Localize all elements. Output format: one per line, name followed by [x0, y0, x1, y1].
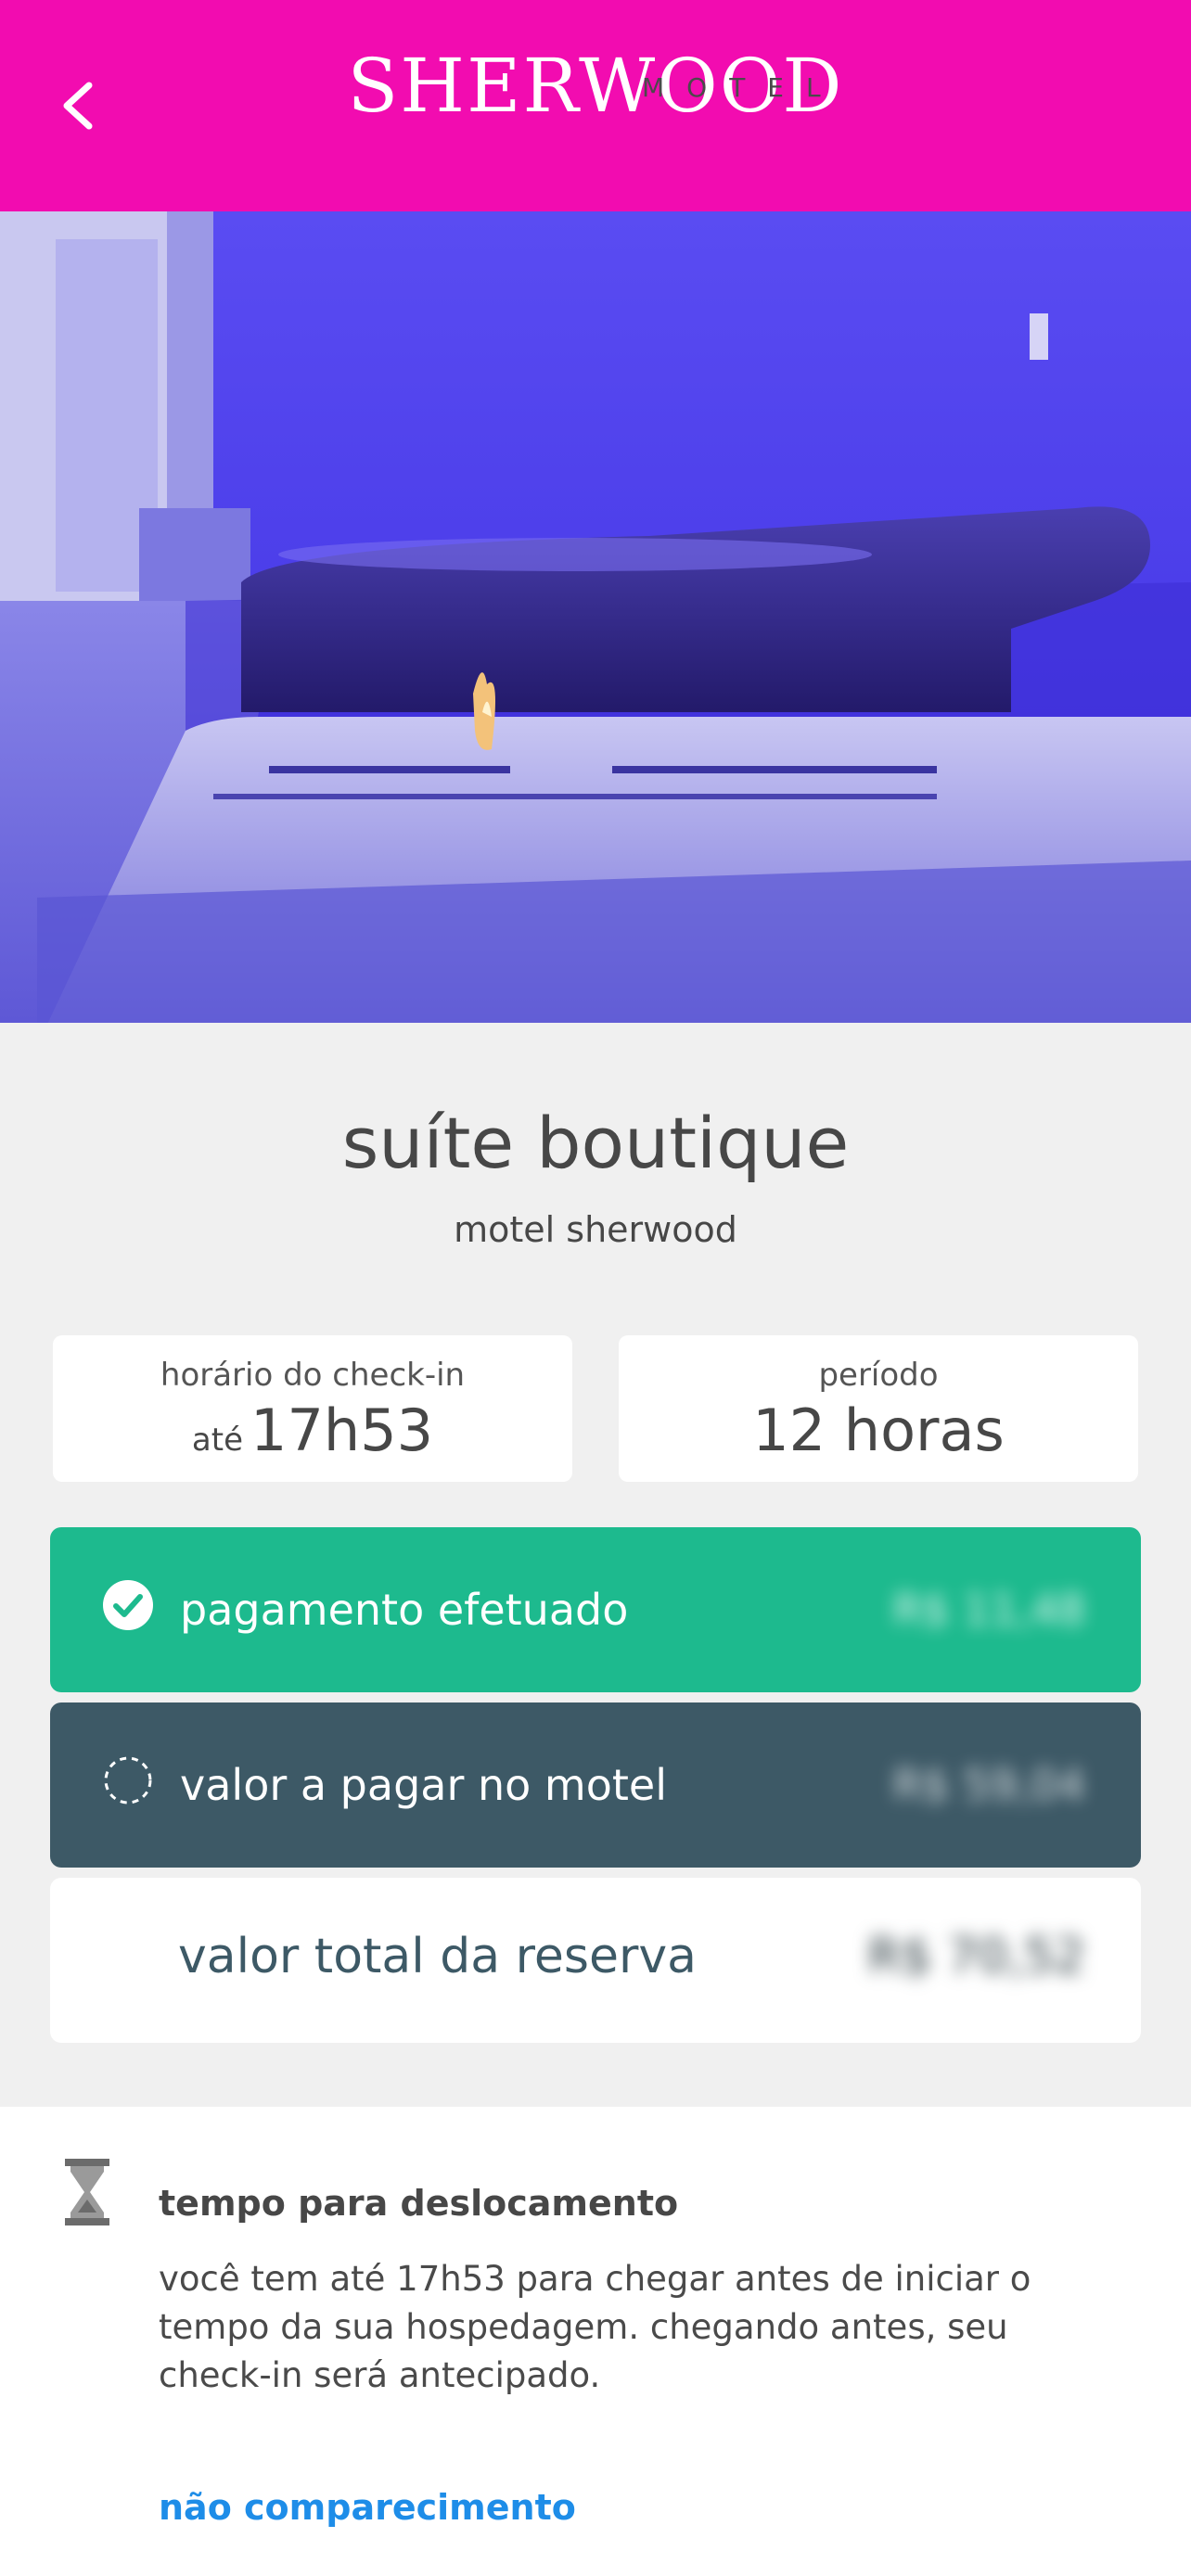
- travel-info-section: tempo para deslocamento você tem até 17h…: [0, 2107, 1191, 2576]
- dashed-circle-icon: [104, 1756, 152, 1804]
- brand-logo: SHERWOOD: [0, 46, 1191, 126]
- checkin-time: 17h53: [250, 1396, 434, 1464]
- payment-due-row: valor a pagar no motel R$ 59,04: [50, 1702, 1141, 1868]
- motel-name: motel sherwood: [454, 1209, 737, 1250]
- payment-paid-label: pagamento efetuado: [180, 1585, 629, 1635]
- logo-subtitle: MOTEL: [642, 72, 843, 103]
- payment-total-value: R$ 70,52: [867, 1929, 1085, 1984]
- period-value: 12 horas: [752, 1396, 1005, 1464]
- checkin-value-line: até 17h53: [53, 1395, 572, 1476]
- payment-paid-row: pagamento efetuado R$ 11,48: [50, 1527, 1141, 1692]
- hourglass-icon: [65, 2159, 109, 2225]
- suite-photo: [0, 211, 1191, 1023]
- checkin-label: horário do check-in: [160, 1357, 466, 1394]
- period-card: período 12 horas: [619, 1335, 1138, 1482]
- checkin-prefix: até: [191, 1422, 243, 1459]
- period-label: período: [818, 1357, 939, 1394]
- app-header: SHERWOOD MOTEL: [0, 0, 1191, 211]
- suite-title: suíte boutique: [341, 1102, 850, 1184]
- payment-total-row: valor total da reserva R$ 70,52: [50, 1878, 1141, 2043]
- no-show-link[interactable]: não comparecimento: [159, 2485, 576, 2530]
- check-circle-icon: [103, 1580, 153, 1630]
- payment-total-label: valor total da reserva: [178, 1929, 697, 1984]
- payment-due-value: R$ 59,04: [892, 1760, 1085, 1810]
- payment-paid-value: R$ 11,48: [892, 1585, 1085, 1635]
- payment-due-label: valor a pagar no motel: [180, 1760, 667, 1810]
- travel-description: você tem até 17h53 para chegar antes de …: [159, 2259, 1031, 2395]
- checkin-card: horário do check-in até 17h53: [53, 1335, 572, 1482]
- travel-title: tempo para deslocamento: [159, 2183, 679, 2224]
